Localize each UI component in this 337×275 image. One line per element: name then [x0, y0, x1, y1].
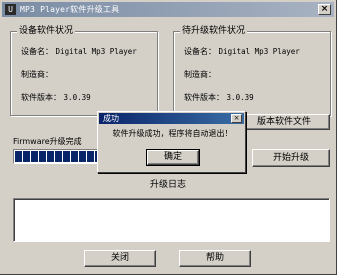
version-label: 软件版本：: [21, 93, 61, 102]
device-name-label: 设备名：: [21, 47, 53, 56]
log-title: 升级日志: [150, 180, 187, 190]
app-icon: U: [5, 4, 16, 15]
version-value: 3.0.39: [63, 93, 91, 102]
progress-segment: [79, 151, 86, 162]
select-file-button[interactable]: 版本软件文件: [238, 114, 330, 130]
window-title: MP3 Player软件升级工具: [20, 5, 120, 14]
upgrade-manufacturer-label: 制造商：: [184, 70, 216, 79]
progress-segment: [47, 151, 54, 162]
help-button[interactable]: 帮助: [179, 250, 251, 267]
progress-segment: [55, 151, 62, 162]
progress-segment: [39, 151, 46, 162]
upgrade-device-name-value: Digital Mp3 Player: [218, 47, 300, 56]
device-name-value: Digital Mp3 Player: [55, 47, 137, 56]
start-upgrade-button[interactable]: 开始升级: [252, 149, 330, 167]
progress-segment: [15, 151, 22, 162]
progress-segment: [23, 151, 30, 162]
upgrade-manufacturer-row: 制造商：: [184, 70, 216, 80]
progress-segment: [87, 151, 94, 162]
progress-segment: [31, 151, 38, 162]
upgrade-log-box[interactable]: [13, 198, 330, 242]
upgrade-tool-window: U MP3 Player软件升级工具 × 设备软件状况 设备名： Digital…: [0, 0, 337, 275]
dialog-title: 成功: [103, 114, 119, 123]
manufacturer-row: 制造商：: [21, 70, 53, 80]
dialog-message: 软件升级成功，程序将自动退出！: [112, 129, 233, 138]
title-bar[interactable]: U MP3 Player软件升级工具 ×: [2, 2, 334, 17]
success-dialog: 成功 × 软件升级成功，程序将自动退出！ 确定: [97, 111, 246, 173]
window-close-button[interactable]: ×: [318, 4, 331, 15]
dialog-close-button[interactable]: ×: [231, 114, 242, 123]
dialog-ok-button[interactable]: 确定: [146, 149, 200, 166]
upgrade-status-group: 待升级软件状况 设备名： Digital Mp3 Player 制造商： 软件版…: [173, 25, 331, 116]
firmware-status-label: Firmware升级完成: [13, 137, 82, 146]
progress-segment: [63, 151, 70, 162]
dialog-title-bar[interactable]: 成功 ×: [99, 113, 244, 124]
upgrade-device-name-row: 设备名： Digital Mp3 Player: [184, 47, 300, 57]
device-name-row: 设备名： Digital Mp3 Player: [21, 47, 137, 57]
upgrade-status-legend: 待升级软件状况: [180, 25, 248, 37]
upgrade-version-value: 3.0.39: [226, 93, 254, 102]
device-status-legend: 设备软件状况: [17, 25, 76, 37]
progress-segment: [71, 151, 78, 162]
device-status-group: 设备软件状况 设备名： Digital Mp3 Player 制造商： 软件版本…: [10, 25, 158, 116]
close-button[interactable]: 关闭: [84, 250, 156, 267]
upgrade-version-label: 软件版本：: [184, 93, 224, 102]
upgrade-version-row: 软件版本： 3.0.39: [184, 93, 254, 103]
upgrade-device-name-label: 设备名：: [184, 47, 216, 56]
manufacturer-label: 制造商：: [21, 70, 53, 79]
firmware-progress-bar: [13, 149, 108, 164]
version-row: 软件版本： 3.0.39: [21, 93, 91, 103]
